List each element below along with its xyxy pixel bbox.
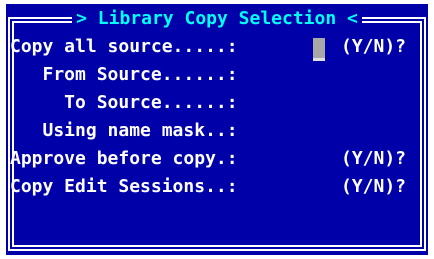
dialog-title: > Library Copy Selection < [72,6,362,32]
from-source-input[interactable] [313,62,413,88]
to-source-label: To Source......: [10,92,238,113]
library-copy-selection-dialog: > Library Copy Selection < Copy all sour… [6,4,428,255]
using-name-mask-label: Using name mask..: [10,120,238,141]
copy-all-source-input[interactable] [313,38,325,61]
approve-before-copy-input[interactable] [313,146,333,172]
name-mask-input[interactable] [313,118,413,144]
copy-edit-sessions-input[interactable] [313,174,333,200]
copy-all-source-label: Copy all source.....: [10,36,238,57]
copy-edit-sessions-yn-hint: (Y/N)? [341,176,407,197]
approve-before-copy-yn-hint: (Y/N)? [341,148,407,169]
dialog-title-row: > Library Copy Selection < [6,6,428,32]
approve-before-copy-label: Approve before copy.: [10,148,238,169]
from-source-label: From Source......: [10,64,238,85]
terminal-screen: > Library Copy Selection < Copy all sour… [0,0,434,259]
to-source-input[interactable] [313,90,413,116]
copy-edit-sessions-label: Copy Edit Sessions..: [10,176,238,197]
copy-all-source-yn-hint: (Y/N)? [341,36,407,57]
